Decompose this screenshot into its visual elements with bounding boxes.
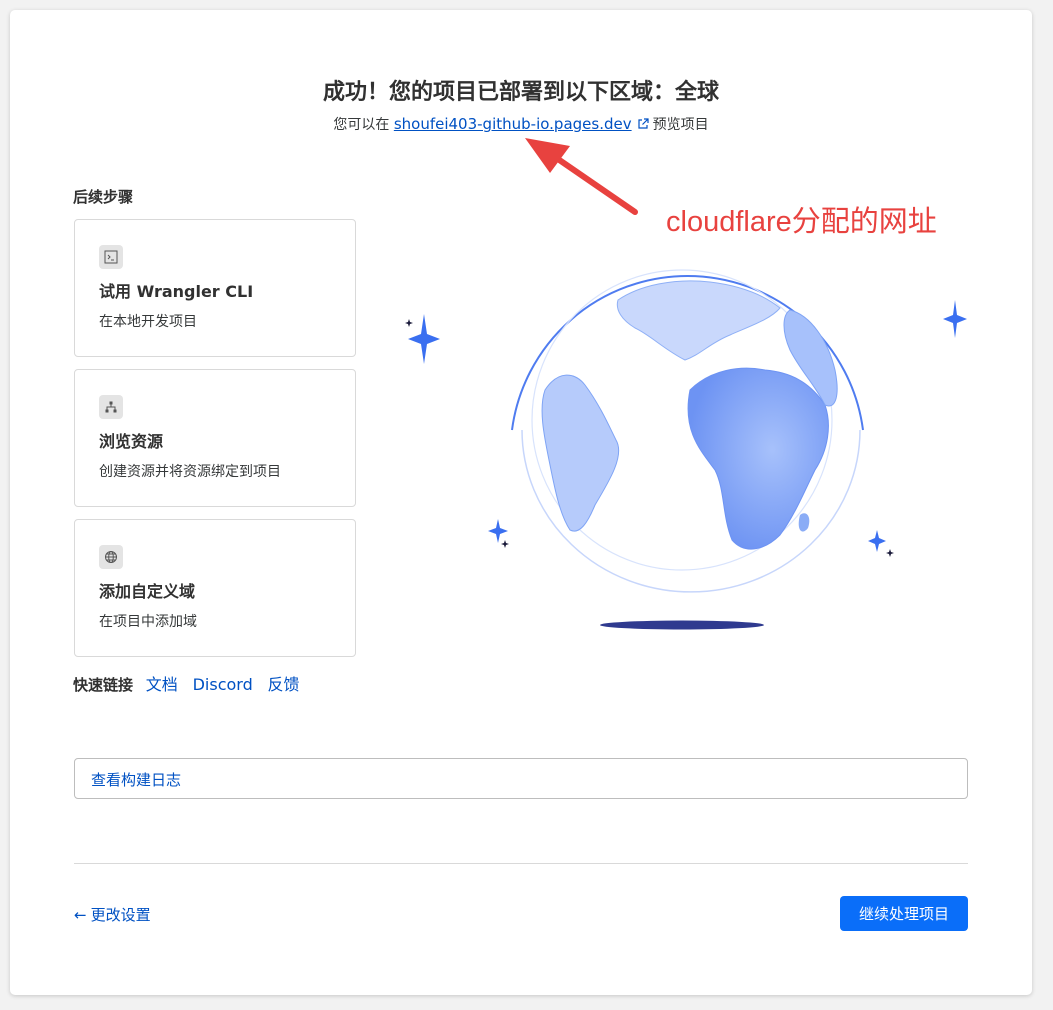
sparkle-icon bbox=[408, 314, 440, 364]
orbit-arc bbox=[511, 274, 864, 431]
continent-africa bbox=[687, 367, 829, 550]
star-icon bbox=[886, 549, 894, 557]
step-title: 浏览资源 bbox=[99, 432, 164, 451]
subtitle-prefix: 您可以在 bbox=[333, 117, 390, 133]
step-description: 创建资源并将资源绑定到项目 bbox=[99, 464, 281, 480]
orbit-arc bbox=[521, 429, 861, 593]
sitemap-icon bbox=[99, 395, 123, 419]
step-card-wrangler[interactable]: 试用 Wrangler CLI 在本地开发项目 bbox=[74, 219, 356, 357]
continue-project-button[interactable]: 继续处理项目 bbox=[840, 896, 968, 931]
step-card-resources[interactable]: 浏览资源 创建资源并将资源绑定到项目 bbox=[74, 369, 356, 507]
preview-subtitle: 您可以在 shoufei403-github-io.pages.dev 预览项目 bbox=[10, 114, 1032, 134]
star-icon bbox=[501, 540, 509, 548]
page-title: 成功！您的项目已部署到以下区域：全球 bbox=[322, 80, 719, 105]
quick-links-label: 快速链接 bbox=[73, 676, 134, 694]
docs-link[interactable]: 文档 bbox=[146, 675, 178, 694]
change-settings-label: 更改设置 bbox=[90, 906, 151, 924]
star-icon bbox=[405, 319, 413, 327]
quick-links: 快速链接 文档 Discord 反馈 bbox=[73, 671, 310, 695]
continent-americas bbox=[541, 374, 620, 532]
sparkle-icon bbox=[943, 300, 967, 338]
terminal-icon bbox=[99, 245, 123, 269]
arrow-left-icon: ← bbox=[74, 906, 87, 924]
discord-link[interactable]: Discord bbox=[193, 675, 253, 694]
step-description: 在本地开发项目 bbox=[99, 314, 197, 330]
globe-shadow bbox=[600, 620, 764, 630]
globe-icon bbox=[99, 545, 123, 569]
step-description: 在项目中添加域 bbox=[99, 614, 197, 630]
annotation-arrow-icon bbox=[525, 138, 638, 215]
continent-arabia bbox=[783, 309, 838, 407]
sparkle-stars bbox=[408, 300, 967, 552]
next-steps-label: 后续步骤 bbox=[73, 188, 134, 206]
step-title: 添加自定义域 bbox=[99, 582, 196, 601]
sparkle-icon bbox=[488, 519, 508, 543]
project-url-link[interactable]: shoufei403-github-io.pages.dev bbox=[394, 115, 632, 133]
step-title: 试用 Wrangler CLI bbox=[99, 282, 254, 301]
small-stars bbox=[405, 319, 894, 557]
annotation-label: cloudflare分配的网址 bbox=[666, 206, 937, 238]
step-card-custom-domain[interactable]: 添加自定义域 在项目中添加域 bbox=[74, 519, 356, 657]
view-build-log-button[interactable]: 查看构建日志 bbox=[74, 758, 968, 799]
globe-outline bbox=[531, 269, 833, 571]
change-settings-link[interactable]: ← 更改设置 bbox=[74, 904, 151, 925]
external-link-icon bbox=[638, 118, 649, 129]
sparkle-icon bbox=[868, 530, 886, 552]
subtitle-suffix: 预览项目 bbox=[652, 117, 709, 133]
footer-divider bbox=[74, 863, 968, 864]
island bbox=[798, 513, 810, 532]
continent-north bbox=[616, 280, 781, 361]
feedback-link[interactable]: 反馈 bbox=[268, 675, 300, 694]
deployment-success-card: 成功！您的项目已部署到以下区域：全球 您可以在 shoufei403-githu… bbox=[10, 10, 1032, 995]
